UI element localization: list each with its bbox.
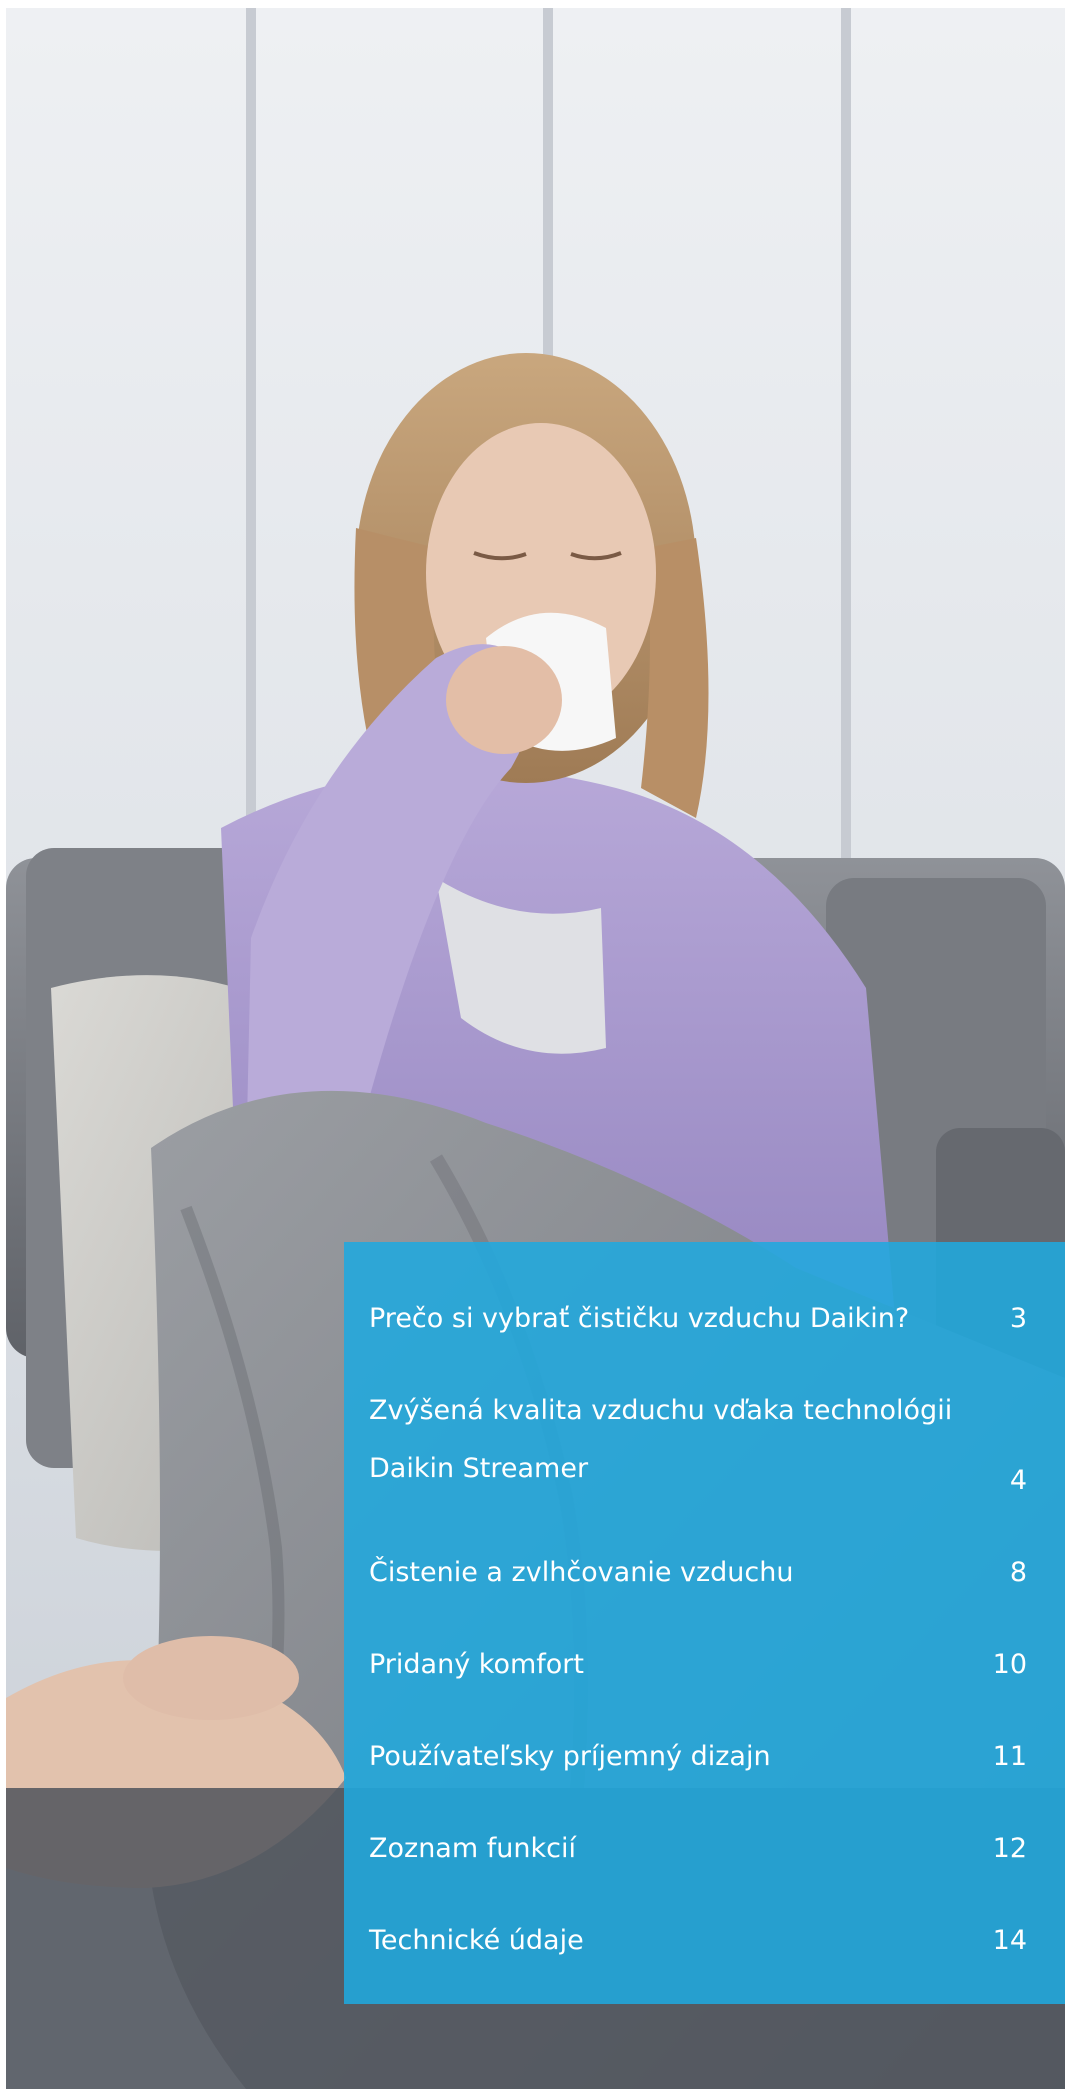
toc-item-cleaning-humidifying[interactable]: Čistenie a zvlhčovanie vzduchu 8 (369, 1556, 1027, 1590)
toc-page-number: 4 (1009, 1465, 1027, 1496)
toc-page-number: 3 (1009, 1303, 1027, 1334)
toc-item-label: Zvýšená kvalita vzduchu vďaka technológi… (369, 1395, 953, 1484)
toc-item-label: Pridaný komfort (369, 1649, 584, 1680)
toc-page-number: 14 (992, 1925, 1027, 1956)
toc-item-design[interactable]: Používateľsky príjemný dizajn 11 (369, 1740, 1027, 1774)
toc-item-label: Prečo si vybrať čističku vzduchu Daikin? (369, 1303, 910, 1334)
brochure-page: Prečo si vybrať čističku vzduchu Daikin?… (0, 0, 1065, 2089)
toc-page-number: 10 (992, 1649, 1027, 1680)
toc-item-streamer[interactable]: Zvýšená kvalita vzduchu vďaka technológi… (369, 1382, 1027, 1498)
toc-page-number: 8 (1009, 1557, 1027, 1588)
toc-page-number: 11 (992, 1741, 1027, 1772)
table-of-contents: Prečo si vybrať čističku vzduchu Daikin?… (344, 1242, 1065, 2004)
toc-item-features[interactable]: Zoznam funkcií 12 (369, 1832, 1027, 1866)
toc-item-comfort[interactable]: Pridaný komfort 10 (369, 1648, 1027, 1682)
toc-item-label: Technické údaje (369, 1925, 584, 1956)
toc-item-why-daikin[interactable]: Prečo si vybrať čističku vzduchu Daikin?… (369, 1302, 1027, 1336)
toc-item-technical-data[interactable]: Technické údaje 14 (369, 1924, 1027, 1958)
toc-item-label: Zoznam funkcií (369, 1833, 576, 1864)
toc-item-label: Čistenie a zvlhčovanie vzduchu (369, 1557, 794, 1588)
toc-item-label: Používateľsky príjemný dizajn (369, 1741, 771, 1772)
toc-page-number: 12 (992, 1833, 1027, 1864)
